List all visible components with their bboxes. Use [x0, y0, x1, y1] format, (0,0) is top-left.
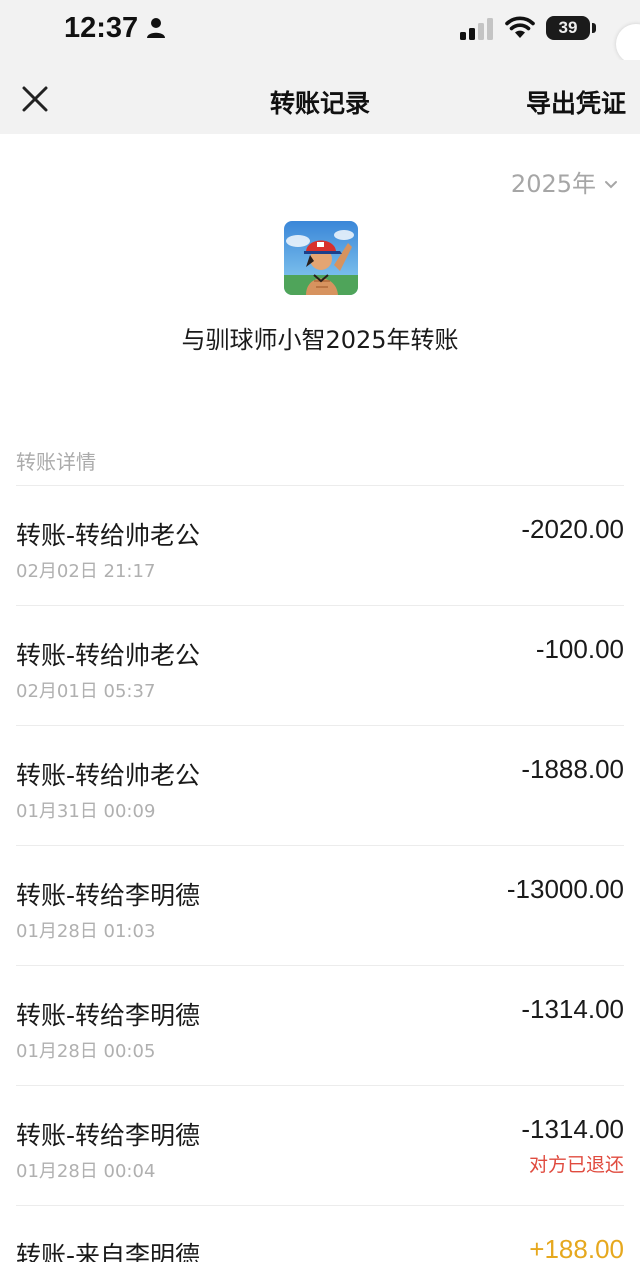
battery-cap — [592, 23, 596, 33]
transaction-row[interactable]: 转账-来自李明德 +188.00 — [16, 1205, 624, 1262]
transaction-row[interactable]: 转账-转给李明德 01月28日 01:03 -13000.00 — [16, 845, 624, 965]
wifi-icon — [505, 16, 535, 38]
transaction-title: 转账-转给帅老公 — [16, 761, 201, 790]
transaction-amount: -1314.00 — [521, 994, 624, 1024]
transfer-records-screen: 12:37 39 转账记录 导出凭证 2025年 与驯球师小智2025年转账 转… — [0, 0, 640, 1262]
transaction-amount: +188.00 — [529, 1234, 624, 1262]
year-label: 2025年 — [510, 170, 596, 198]
transaction-title: 转账-来自李明德 — [16, 1241, 201, 1262]
transaction-row[interactable]: 转账-转给帅老公 02月01日 05:37 -100.00 — [16, 605, 624, 725]
transaction-time: 02月02日 21:17 — [16, 561, 156, 582]
transaction-time: 01月31日 00:09 — [16, 801, 156, 822]
transaction-row[interactable]: 转账-转给帅老公 01月31日 00:09 -1888.00 — [16, 725, 624, 845]
signal-icon — [460, 18, 493, 40]
chevron-down-icon — [605, 181, 617, 189]
status-time: 12:37 — [64, 12, 139, 44]
transaction-row[interactable]: 转账-转给李明德 01月28日 00:05 -1314.00 — [16, 965, 624, 1085]
battery-level: 39 — [558, 18, 578, 37]
transaction-title: 转账-转给李明德 — [16, 1001, 201, 1030]
transaction-amount: -1888.00 — [521, 754, 624, 784]
transaction-title: 转账-转给帅老公 — [16, 641, 201, 670]
transaction-title: 转账-转给李明德 — [16, 1121, 201, 1150]
transaction-title: 转账-转给帅老公 — [16, 521, 201, 550]
transaction-amount: -2020.00 — [521, 514, 624, 544]
contact-avatar[interactable] — [284, 221, 358, 295]
status-bar: 12:37 39 — [0, 0, 640, 60]
battery-icon: 39 — [546, 16, 590, 40]
transaction-row[interactable]: 转账-转给帅老公 02月02日 21:17 -2020.00 — [16, 485, 624, 605]
year-selector[interactable]: 2025年 — [511, 164, 618, 199]
transaction-time: 01月28日 00:05 — [16, 1041, 156, 1062]
transaction-time: 01月28日 01:03 — [16, 921, 156, 942]
section-label: 转账详情 — [16, 450, 96, 474]
transaction-list: 转账-转给帅老公 02月02日 21:17 -2020.00 转账-转给帅老公 … — [0, 485, 640, 1262]
summary-title: 与驯球师小智2025年转账 — [181, 326, 459, 354]
transaction-amount: -1314.00 — [521, 1114, 624, 1144]
transaction-time: 02月01日 05:37 — [16, 681, 156, 702]
transaction-amount: -100.00 — [535, 634, 624, 664]
refunded-status: 对方已退还 — [528, 1154, 624, 1176]
transaction-row[interactable]: 转账-转给李明德 01月28日 00:04 -1314.00 对方已退还 — [16, 1085, 624, 1205]
nav-bar: 转账记录 导出凭证 — [0, 60, 640, 134]
transaction-title: 转账-转给李明德 — [16, 881, 201, 910]
transaction-time: 01月28日 00:04 — [16, 1161, 156, 1182]
person-icon — [147, 18, 165, 38]
export-voucher-button[interactable]: 导出凭证 — [526, 84, 626, 120]
transaction-amount: -13000.00 — [506, 874, 624, 904]
avatar-image — [284, 221, 358, 295]
